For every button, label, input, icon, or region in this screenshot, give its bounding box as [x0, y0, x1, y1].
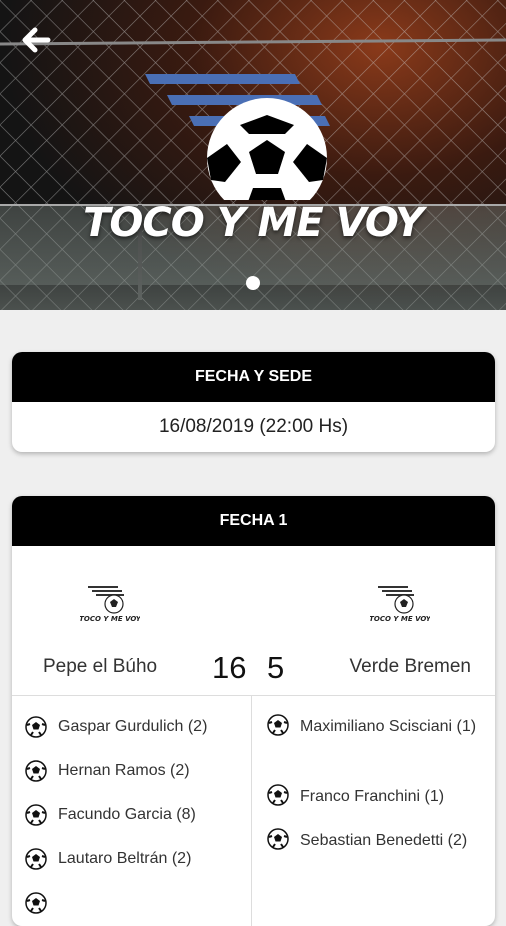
home-score: 16 — [212, 650, 247, 685]
away-scorer-1: Maximiliano Scisciani (1) — [300, 718, 477, 735]
away-team-logo-icon: TOCO Y ME VOY — [370, 586, 430, 623]
hero-banner: TOCO Y ME VOY — [0, 0, 506, 310]
home-logo-caption: TOCO Y ME VOY — [80, 615, 140, 623]
team-logo-icon — [145, 74, 330, 200]
venue-card: FECHA Y SEDE 16/08/2019 (22:00 Hs) — [12, 352, 495, 452]
soccer-ball-icon — [25, 760, 47, 782]
soccer-ball-icon — [25, 716, 47, 738]
home-team-logo-icon: TOCO Y ME VOY — [80, 586, 140, 623]
away-scorer-2: Franco Franchini (1) — [300, 788, 445, 805]
away-logo-caption: TOCO Y ME VOY — [370, 615, 430, 623]
away-score: 5 — [267, 650, 285, 685]
home-scorer-3: Facundo Garcia (8) — [58, 806, 196, 823]
away-scorers-column: Maximiliano Scisciani (1) Franco Franchi… — [252, 696, 495, 926]
home-scorer-1: Gaspar Gurdulich (2) — [58, 718, 208, 735]
match-card-title: FECHA 1 — [12, 496, 495, 546]
soccer-ball-icon — [25, 848, 47, 870]
away-scorer-3: Sebastian Benedetti (2) — [300, 832, 468, 849]
away-team-name: Verde Bremen — [349, 656, 471, 677]
match-card: FECHA 1 TOCO Y ME VOY 16 5 TOCO Y ME VOY… — [12, 496, 495, 926]
brand-title: TOCO Y ME VOY — [83, 200, 424, 246]
home-scorer-2: Hernan Ramos (2) — [58, 762, 190, 779]
soccer-ball-icon — [25, 892, 47, 914]
home-team-name: Pepe el Búho — [43, 656, 158, 677]
home-scorers-column: Gaspar Gurdulich (2) Hernan Ramos (2) Fa… — [12, 696, 252, 926]
scorers-table: Gaspar Gurdulich (2) Hernan Ramos (2) Fa… — [12, 696, 495, 926]
arrow-left-icon[interactable] — [18, 24, 54, 56]
venue-card-title: FECHA Y SEDE — [12, 352, 495, 402]
soccer-ball-icon — [25, 804, 47, 826]
carousel-dot-active[interactable] — [246, 276, 260, 290]
match-datetime: 16/08/2019 (22:00 Hs) — [158, 416, 349, 437]
home-scorer-4: Lautaro Beltrán (2) — [58, 850, 192, 867]
